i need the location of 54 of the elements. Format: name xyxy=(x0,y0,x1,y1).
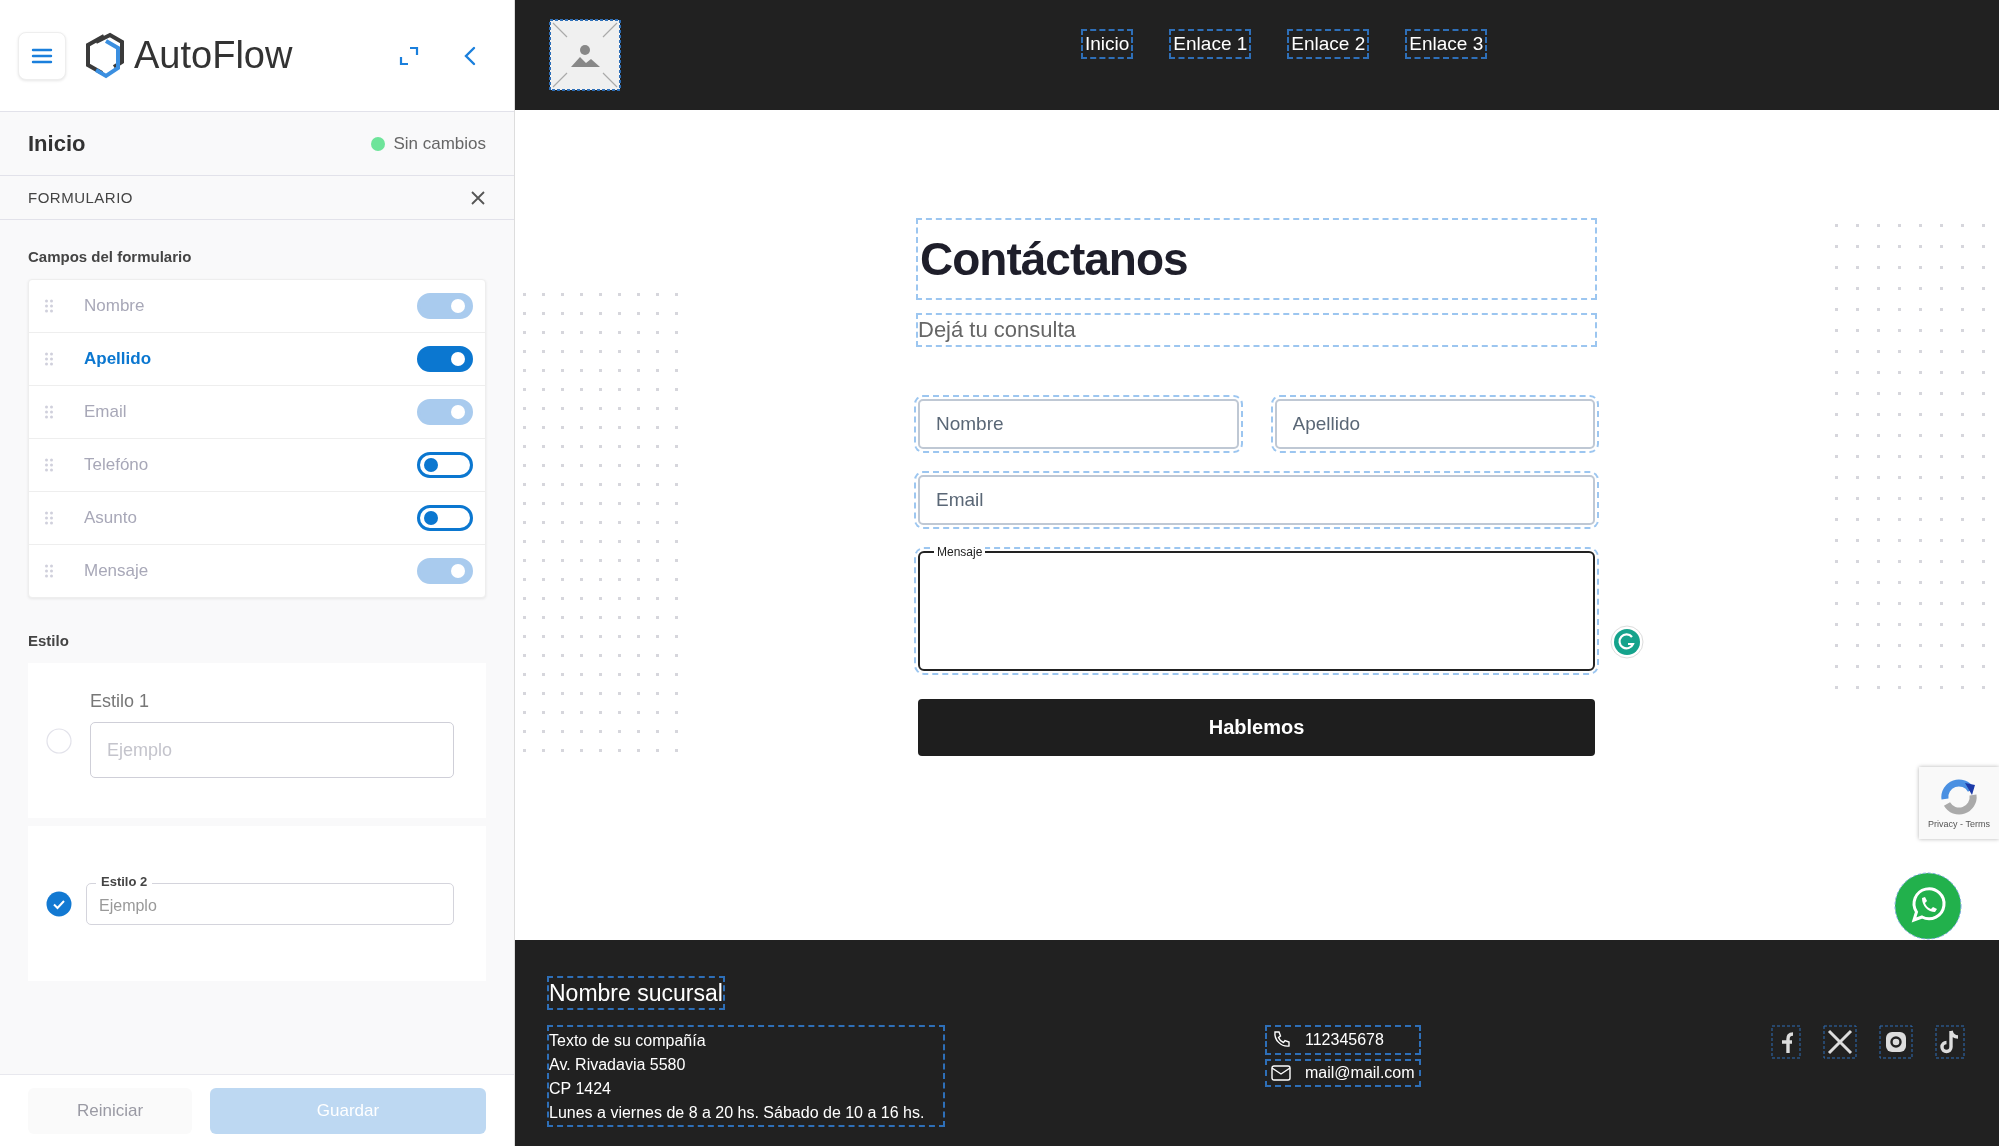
drag-handle-icon[interactable] xyxy=(44,351,54,367)
address-line: CP 1424 xyxy=(549,1079,612,1099)
field-row[interactable]: Apellido xyxy=(29,333,485,386)
status-label: Sin cambios xyxy=(393,133,486,154)
section-heading: Campos del formulario xyxy=(28,248,193,265)
instagram-icon[interactable] xyxy=(1879,1025,1913,1059)
phone-icon xyxy=(1271,1030,1291,1050)
field-label: Mensaje xyxy=(84,561,150,581)
field-label: Email xyxy=(84,402,128,422)
grammar-assistant-icon[interactable] xyxy=(1610,625,1644,659)
chat-bubble-phone-icon[interactable] xyxy=(1894,872,1962,940)
contact-subtitle: Dejá tu consulta xyxy=(918,315,1595,345)
address-line: Lunes a viernes de 8 a 20 hs. Sábado de 10 a 16 hs. xyxy=(549,1103,926,1123)
radio-checked-icon[interactable] xyxy=(46,890,72,917)
drag-handle-icon[interactable] xyxy=(44,510,54,526)
field-label: Telefóno xyxy=(84,455,150,475)
toggle-switch[interactable] xyxy=(417,505,473,531)
field-label: Asunto xyxy=(84,508,138,528)
submit-button[interactable]: Hablemos xyxy=(918,699,1595,756)
nav-link[interactable]: Enlace 1 xyxy=(1171,31,1250,57)
x-logo-icon[interactable] xyxy=(1823,1025,1857,1059)
floating-label: Mensaje xyxy=(934,545,986,559)
chevron-left-icon[interactable] xyxy=(462,44,478,67)
recaptcha-badge[interactable]: Privacy - Terms xyxy=(1919,767,1999,839)
example-input-field[interactable]: Ejemplo xyxy=(90,722,454,778)
facebook-icon[interactable] xyxy=(1771,1025,1801,1059)
recaptcha-links[interactable]: Privacy - Terms xyxy=(1928,819,1990,829)
field-label: Nombre xyxy=(84,296,146,316)
menu-icon xyxy=(31,46,53,65)
field-label: Apellido xyxy=(84,349,153,369)
section-title: FORMULARIO xyxy=(28,189,133,206)
menu-button[interactable] xyxy=(18,31,66,80)
close-icon[interactable] xyxy=(470,189,486,206)
contact-text: 112345678 xyxy=(1305,1031,1384,1049)
nav-link[interactable]: Enlace 3 xyxy=(1407,31,1486,57)
page-title: Inicio xyxy=(28,130,87,157)
branch-name: Nombre sucursal xyxy=(549,978,723,1008)
image-placeholder-icon[interactable] xyxy=(549,19,621,91)
nav-link[interactable]: Inicio xyxy=(1083,31,1132,57)
contact-text: mail@mail.com xyxy=(1305,1064,1415,1082)
expand-icon[interactable] xyxy=(398,44,420,67)
radio-button[interactable] xyxy=(46,727,72,754)
toggle-switch[interactable] xyxy=(417,452,473,478)
style-label: Estilo 1 xyxy=(90,691,151,712)
drag-handle-icon[interactable] xyxy=(44,457,54,473)
mail-icon xyxy=(1271,1065,1291,1081)
address-line: Av. Rivadavia 5580 xyxy=(549,1055,687,1075)
music-note-icon[interactable] xyxy=(1935,1025,1965,1059)
toggle-switch[interactable] xyxy=(417,346,473,372)
brand-name: AutoFlow xyxy=(134,34,293,77)
section-heading: Estilo xyxy=(28,632,70,649)
contact-title: Contáctanos xyxy=(918,220,1595,298)
nav-link[interactable]: Enlace 2 xyxy=(1289,31,1368,57)
address-line: Texto de su compañía xyxy=(549,1031,707,1051)
